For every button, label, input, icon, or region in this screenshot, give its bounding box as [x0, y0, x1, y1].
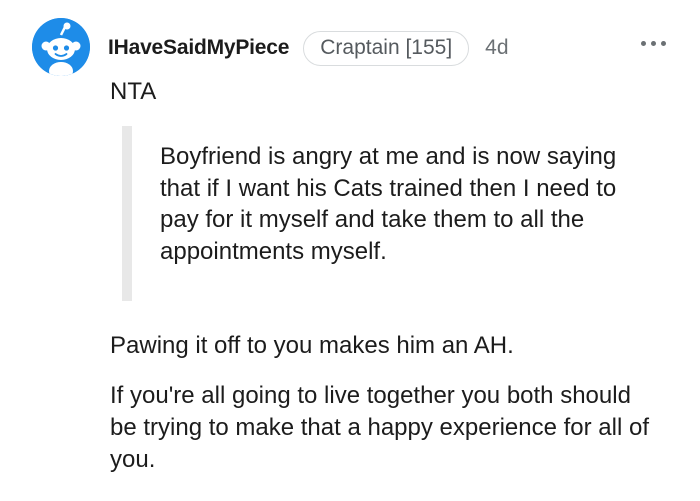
reddit-snoo-avatar-icon — [32, 18, 90, 76]
username-link[interactable]: IHaveSaidMyPiece — [108, 36, 289, 60]
comment-header: IHaveSaidMyPiece Craptain [155] 4d — [108, 28, 509, 68]
comment-paragraph: Pawing it off to you makes him an AH. — [110, 332, 514, 359]
blockquote-text: Boyfriend is angry at me and is now sayi… — [160, 143, 617, 265]
more-options-icon[interactable] — [641, 38, 669, 48]
blockquote-bar — [122, 126, 132, 301]
comment: IHaveSaidMyPiece Craptain [155] 4d NTA B… — [0, 0, 700, 501]
user-avatar[interactable] — [32, 18, 90, 76]
user-flair: Craptain [155] — [303, 30, 470, 66]
comment-paragraph: If you're all going to live together you… — [110, 382, 649, 473]
comment-age: 4d — [485, 36, 509, 59]
comment-text-line: NTA — [110, 78, 157, 105]
